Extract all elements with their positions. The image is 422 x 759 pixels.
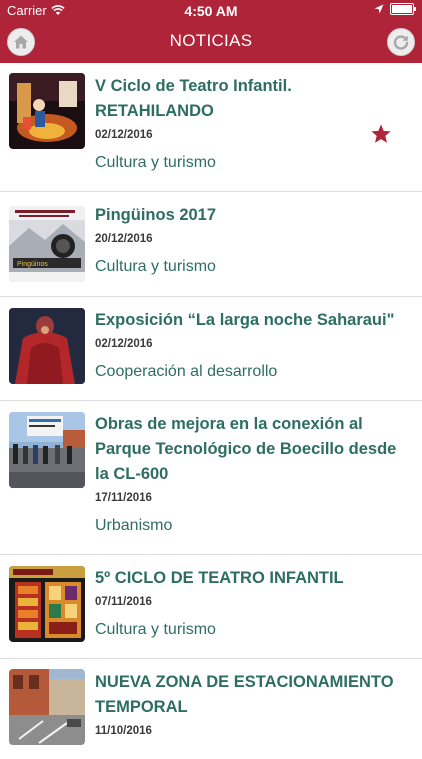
news-date: 20/12/2016 [95,233,153,245]
news-category: Cultura y turismo [95,621,216,638]
location-arrow-icon [374,4,384,14]
status-time: 4:50 AM [184,3,238,19]
news-list: V Ciclo de Teatro Infantil. RETAHILANDO … [0,63,422,759]
app-header: Carrier 4:50 AM NOTICIAS [0,0,422,63]
news-item[interactable]: V Ciclo de Teatro Infantil. RETAHILANDO … [0,63,422,192]
page-title: NOTICIAS [169,31,253,50]
news-item[interactable]: 5º CICLO DE TEATRO INFANTIL 07/11/2016 C… [0,555,422,659]
news-date: 07/11/2016 [95,596,152,608]
news-title: Exposición “La larga noche Saharaui" [95,311,395,329]
news-date: 17/11/2016 [95,492,152,504]
news-date: 11/10/2016 [95,725,152,737]
refresh-button[interactable] [387,28,415,56]
battery-level [392,5,412,13]
status-right-icons [374,3,416,15]
news-date: 02/12/2016 [95,338,153,350]
news-item[interactable]: Pingüinos Pingüinos 2017 20/12/2016 Cult… [0,192,422,297]
news-title: V Ciclo de Teatro Infantil. RETAHILANDO [95,77,292,120]
news-title: Pingüinos 2017 [95,206,217,224]
news-title: Obras de mejora en la conexión al Parque… [95,415,397,483]
status-bar: Carrier 4:50 AM [0,0,422,22]
news-item[interactable]: Obras de mejora en la conexión al Parque… [0,401,422,555]
refresh-icon [393,35,409,50]
news-thumbnail [9,73,85,149]
news-category: Cooperación al desarrollo [95,363,278,380]
news-thumbnail [9,308,85,384]
news-title: 5º CICLO DE TEATRO INFANTIL [95,569,344,587]
news-category: Cultura y turismo [95,154,216,171]
news-date: 02/12/2016 [95,129,153,141]
news-thumbnail [9,412,85,488]
news-thumbnail: Pingüinos [9,206,85,282]
battery-icon [390,3,416,15]
svg-text:Pingüinos: Pingüinos [17,261,48,268]
news-thumbnail [9,669,85,745]
news-item[interactable]: Exposición “La larga noche Saharaui" 02/… [0,297,422,401]
news-title: NUEVA ZONA DE ESTACIONAMIENTO TEMPORAL [95,673,394,716]
news-item[interactable]: NUEVA ZONA DE ESTACIONAMIENTO TEMPORAL 1… [0,659,422,759]
news-thumbnail [9,566,85,642]
favorite-star-icon[interactable] [370,123,392,145]
news-category: Cultura y turismo [95,258,216,275]
news-category: Urbanismo [95,517,173,534]
